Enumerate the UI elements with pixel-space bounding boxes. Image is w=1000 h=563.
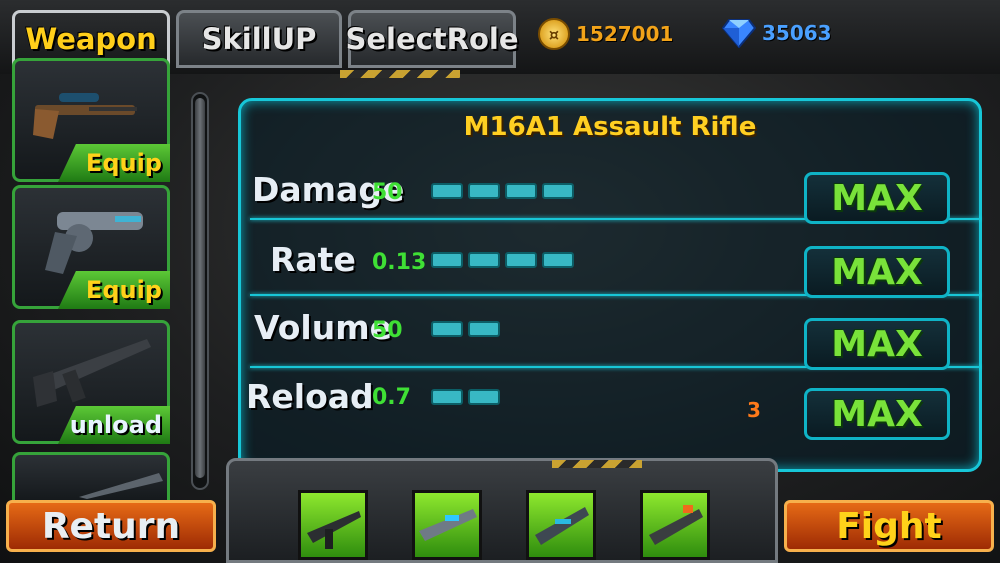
tab-selectrole[interactable]: SelectRole — [345, 10, 519, 68]
level-pip — [468, 252, 500, 268]
level-pip — [505, 252, 537, 268]
hazard-stripe — [552, 460, 642, 468]
weapon-list-scrollbar[interactable] — [191, 92, 209, 490]
level-pip — [431, 183, 463, 199]
stat-value-rate: 0.13 — [372, 250, 427, 275]
reload-extra-count: 3 — [747, 398, 761, 422]
scrollbar-thumb[interactable] — [195, 98, 205, 478]
level-pip — [468, 321, 500, 337]
tab-skillup[interactable]: SkillUP — [176, 10, 342, 68]
laser-rifle-icon — [419, 509, 477, 541]
loadout-slot-1[interactable] — [298, 490, 368, 560]
loadout-slot-2[interactable] — [412, 490, 482, 560]
max-button-volume[interactable]: MAX — [804, 318, 950, 370]
diamond-icon — [722, 19, 756, 48]
level-pip — [542, 183, 574, 199]
heavy-gun-icon — [649, 505, 703, 545]
gem-balance: 35063 — [722, 18, 832, 48]
stat-level-reload — [431, 389, 500, 405]
unload-button[interactable]: unload — [58, 406, 170, 444]
shotgun-icon — [79, 473, 163, 499]
level-pip — [468, 389, 500, 405]
return-button[interactable]: Return — [6, 500, 216, 552]
coin-balance: ¤ 1527001 — [538, 18, 673, 50]
max-button-reload[interactable]: MAX — [804, 388, 950, 440]
level-pip — [431, 321, 463, 337]
stat-label-reload: Reload — [246, 377, 374, 416]
level-pip — [468, 183, 500, 199]
stat-level-damage — [431, 183, 574, 199]
loadout-slot-3[interactable] — [526, 490, 596, 560]
weapon-card-4[interactable] — [12, 452, 170, 502]
plasma-gun-icon — [535, 507, 589, 545]
hazard-stripe — [340, 70, 460, 78]
assault-rifle-icon — [33, 339, 151, 407]
equip-button[interactable]: Equip — [58, 144, 170, 182]
level-pip — [431, 389, 463, 405]
stat-value-reload: 0.7 — [372, 385, 411, 410]
equip-button[interactable]: Equip — [58, 271, 170, 309]
stat-value-volume: 50 — [372, 318, 403, 343]
level-pip — [505, 183, 537, 199]
loadout-slot-4[interactable] — [640, 490, 710, 560]
weapon-card-2[interactable]: Equip — [12, 185, 170, 309]
coin-value: 1527001 — [576, 22, 674, 46]
level-pip — [431, 252, 463, 268]
fight-button[interactable]: Fight — [784, 500, 994, 552]
stat-value-damage: 50 — [372, 180, 403, 205]
level-pip — [542, 252, 574, 268]
stat-level-volume — [431, 321, 500, 337]
coin-icon: ¤ — [538, 18, 570, 50]
revolver-icon — [45, 212, 143, 274]
gem-value: 35063 — [762, 21, 832, 45]
weapon-title: M16A1 Assault Rifle — [463, 112, 757, 142]
max-button-damage[interactable]: MAX — [804, 172, 950, 224]
stat-level-rate — [431, 252, 574, 268]
max-button-rate[interactable]: MAX — [804, 246, 950, 298]
assault-rifle-icon — [307, 511, 361, 549]
weapon-card-3[interactable]: unload — [12, 320, 170, 444]
weapon-card-1[interactable]: Equip — [12, 58, 170, 182]
stat-label-rate: Rate — [270, 240, 356, 279]
sniper-rifle-icon — [33, 93, 137, 139]
